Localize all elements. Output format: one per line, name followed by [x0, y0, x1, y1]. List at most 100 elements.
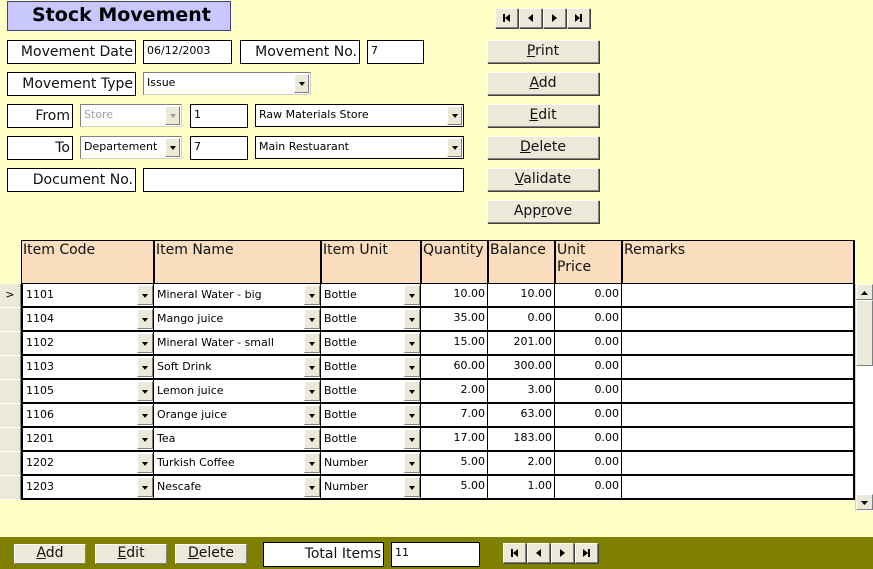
item-name-cell[interactable]: Mango juice — [154, 308, 322, 332]
item-unit-cell[interactable]: Bottle — [321, 404, 422, 428]
chevron-down-icon[interactable] — [137, 381, 153, 401]
row-selector[interactable] — [0, 476, 21, 500]
chevron-down-icon[interactable] — [404, 429, 420, 449]
quantity-cell[interactable]: 35.00 — [421, 308, 489, 332]
chevron-down-icon[interactable] — [304, 381, 320, 401]
chevron-down-icon[interactable] — [304, 309, 320, 329]
balance-cell[interactable]: 10.00 — [488, 284, 556, 308]
quantity-cell[interactable]: 17.00 — [421, 428, 489, 452]
column-header-item-code[interactable]: Item Code — [21, 240, 155, 284]
balance-cell[interactable]: 300.00 — [488, 356, 556, 380]
from-code-field[interactable]: 1 — [190, 104, 248, 128]
quantity-cell[interactable]: 15.00 — [421, 332, 489, 356]
remarks-cell[interactable] — [622, 476, 855, 500]
item-name-cell[interactable]: Nescafe — [154, 476, 322, 500]
unit-price-cell[interactable]: 0.00 — [555, 284, 623, 308]
balance-cell[interactable]: 201.00 — [488, 332, 556, 356]
unit-price-cell[interactable]: 0.00 — [555, 452, 623, 476]
balance-cell[interactable]: 1.00 — [488, 476, 556, 500]
chevron-down-icon[interactable] — [447, 138, 462, 157]
chevron-down-icon[interactable] — [137, 333, 153, 353]
from-type-select[interactable]: Store — [80, 104, 182, 127]
column-header-unit-price[interactable]: Unit Price — [555, 240, 623, 284]
chevron-down-icon[interactable] — [137, 477, 153, 497]
chevron-down-icon[interactable] — [137, 429, 153, 449]
column-header-quantity[interactable]: Quantity — [421, 240, 489, 284]
footer-first-record-button[interactable] — [503, 543, 526, 563]
item-code-cell[interactable]: 1101 — [21, 284, 155, 308]
chevron-down-icon[interactable] — [404, 405, 420, 425]
chevron-down-icon[interactable] — [404, 477, 420, 497]
chevron-down-icon[interactable] — [137, 309, 153, 329]
quantity-cell[interactable]: 5.00 — [421, 452, 489, 476]
row-selector[interactable] — [0, 356, 21, 380]
unit-price-cell[interactable]: 0.00 — [555, 308, 623, 332]
row-selector[interactable] — [0, 308, 21, 332]
validate-button[interactable]: Validate — [487, 168, 599, 191]
from-name-select[interactable]: Raw Materials Store — [255, 104, 464, 127]
item-code-cell[interactable]: 1201 — [21, 428, 155, 452]
chevron-down-icon[interactable] — [404, 309, 420, 329]
item-name-cell[interactable]: Soft Drink — [154, 356, 322, 380]
previous-record-button[interactable] — [519, 8, 542, 28]
item-name-cell[interactable]: Lemon juice — [154, 380, 322, 404]
quantity-cell[interactable]: 2.00 — [421, 380, 489, 404]
item-name-cell[interactable]: Orange juice — [154, 404, 322, 428]
footer-add-button[interactable]: Add — [14, 544, 86, 564]
item-unit-cell[interactable]: Number — [321, 452, 422, 476]
item-name-cell[interactable]: Turkish Coffee — [154, 452, 322, 476]
unit-price-cell[interactable]: 0.00 — [555, 356, 623, 380]
chevron-down-icon[interactable] — [137, 285, 153, 305]
movement-date-field[interactable]: 06/12/2003 — [143, 40, 232, 64]
chevron-down-icon[interactable] — [165, 138, 180, 157]
chevron-down-icon[interactable] — [304, 285, 320, 305]
balance-cell[interactable]: 63.00 — [488, 404, 556, 428]
item-unit-cell[interactable]: Bottle — [321, 428, 422, 452]
chevron-down-icon[interactable] — [404, 285, 420, 305]
item-name-cell[interactable]: Mineral Water - small — [154, 332, 322, 356]
item-code-cell[interactable]: 1103 — [21, 356, 155, 380]
chevron-down-icon[interactable] — [304, 429, 320, 449]
remarks-cell[interactable] — [622, 404, 855, 428]
row-selector[interactable] — [0, 428, 21, 452]
chevron-down-icon[interactable] — [137, 453, 153, 473]
unit-price-cell[interactable]: 0.00 — [555, 476, 623, 500]
remarks-cell[interactable] — [622, 356, 855, 380]
scroll-thumb[interactable] — [856, 300, 873, 366]
item-code-cell[interactable]: 1105 — [21, 380, 155, 404]
chevron-down-icon[interactable] — [304, 357, 320, 377]
unit-price-cell[interactable]: 0.00 — [555, 380, 623, 404]
item-name-cell[interactable]: Tea — [154, 428, 322, 452]
quantity-cell[interactable]: 60.00 — [421, 356, 489, 380]
item-unit-cell[interactable]: Bottle — [321, 332, 422, 356]
footer-next-record-button[interactable] — [551, 543, 574, 563]
to-code-field[interactable]: 7 — [190, 136, 248, 160]
balance-cell[interactable]: 0.00 — [488, 308, 556, 332]
document-no-field[interactable] — [143, 168, 464, 192]
chevron-down-icon[interactable] — [447, 106, 462, 125]
chevron-down-icon[interactable] — [137, 357, 153, 377]
item-code-cell[interactable]: 1202 — [21, 452, 155, 476]
chevron-down-icon[interactable] — [304, 453, 320, 473]
footer-last-record-button[interactable] — [575, 543, 598, 563]
item-code-cell[interactable]: 1106 — [21, 404, 155, 428]
add-button[interactable]: Add — [487, 72, 599, 95]
scroll-up-button[interactable] — [856, 284, 873, 300]
column-header-remarks[interactable]: Remarks — [622, 240, 855, 284]
remarks-cell[interactable] — [622, 380, 855, 404]
item-code-cell[interactable]: 1203 — [21, 476, 155, 500]
first-record-button[interactable] — [495, 8, 518, 28]
footer-delete-button[interactable]: Delete — [175, 544, 247, 564]
chevron-down-icon[interactable] — [304, 477, 320, 497]
remarks-cell[interactable] — [622, 308, 855, 332]
item-unit-cell[interactable]: Bottle — [321, 380, 422, 404]
approve-button[interactable]: Approve — [487, 200, 599, 223]
chevron-down-icon[interactable] — [404, 453, 420, 473]
remarks-cell[interactable] — [622, 332, 855, 356]
movement-no-field[interactable]: 7 — [367, 40, 424, 64]
remarks-cell[interactable] — [622, 284, 855, 308]
footer-edit-button[interactable]: Edit — [95, 544, 167, 564]
next-record-button[interactable] — [543, 8, 566, 28]
item-code-cell[interactable]: 1102 — [21, 332, 155, 356]
column-header-item-unit[interactable]: Item Unit — [321, 240, 422, 284]
